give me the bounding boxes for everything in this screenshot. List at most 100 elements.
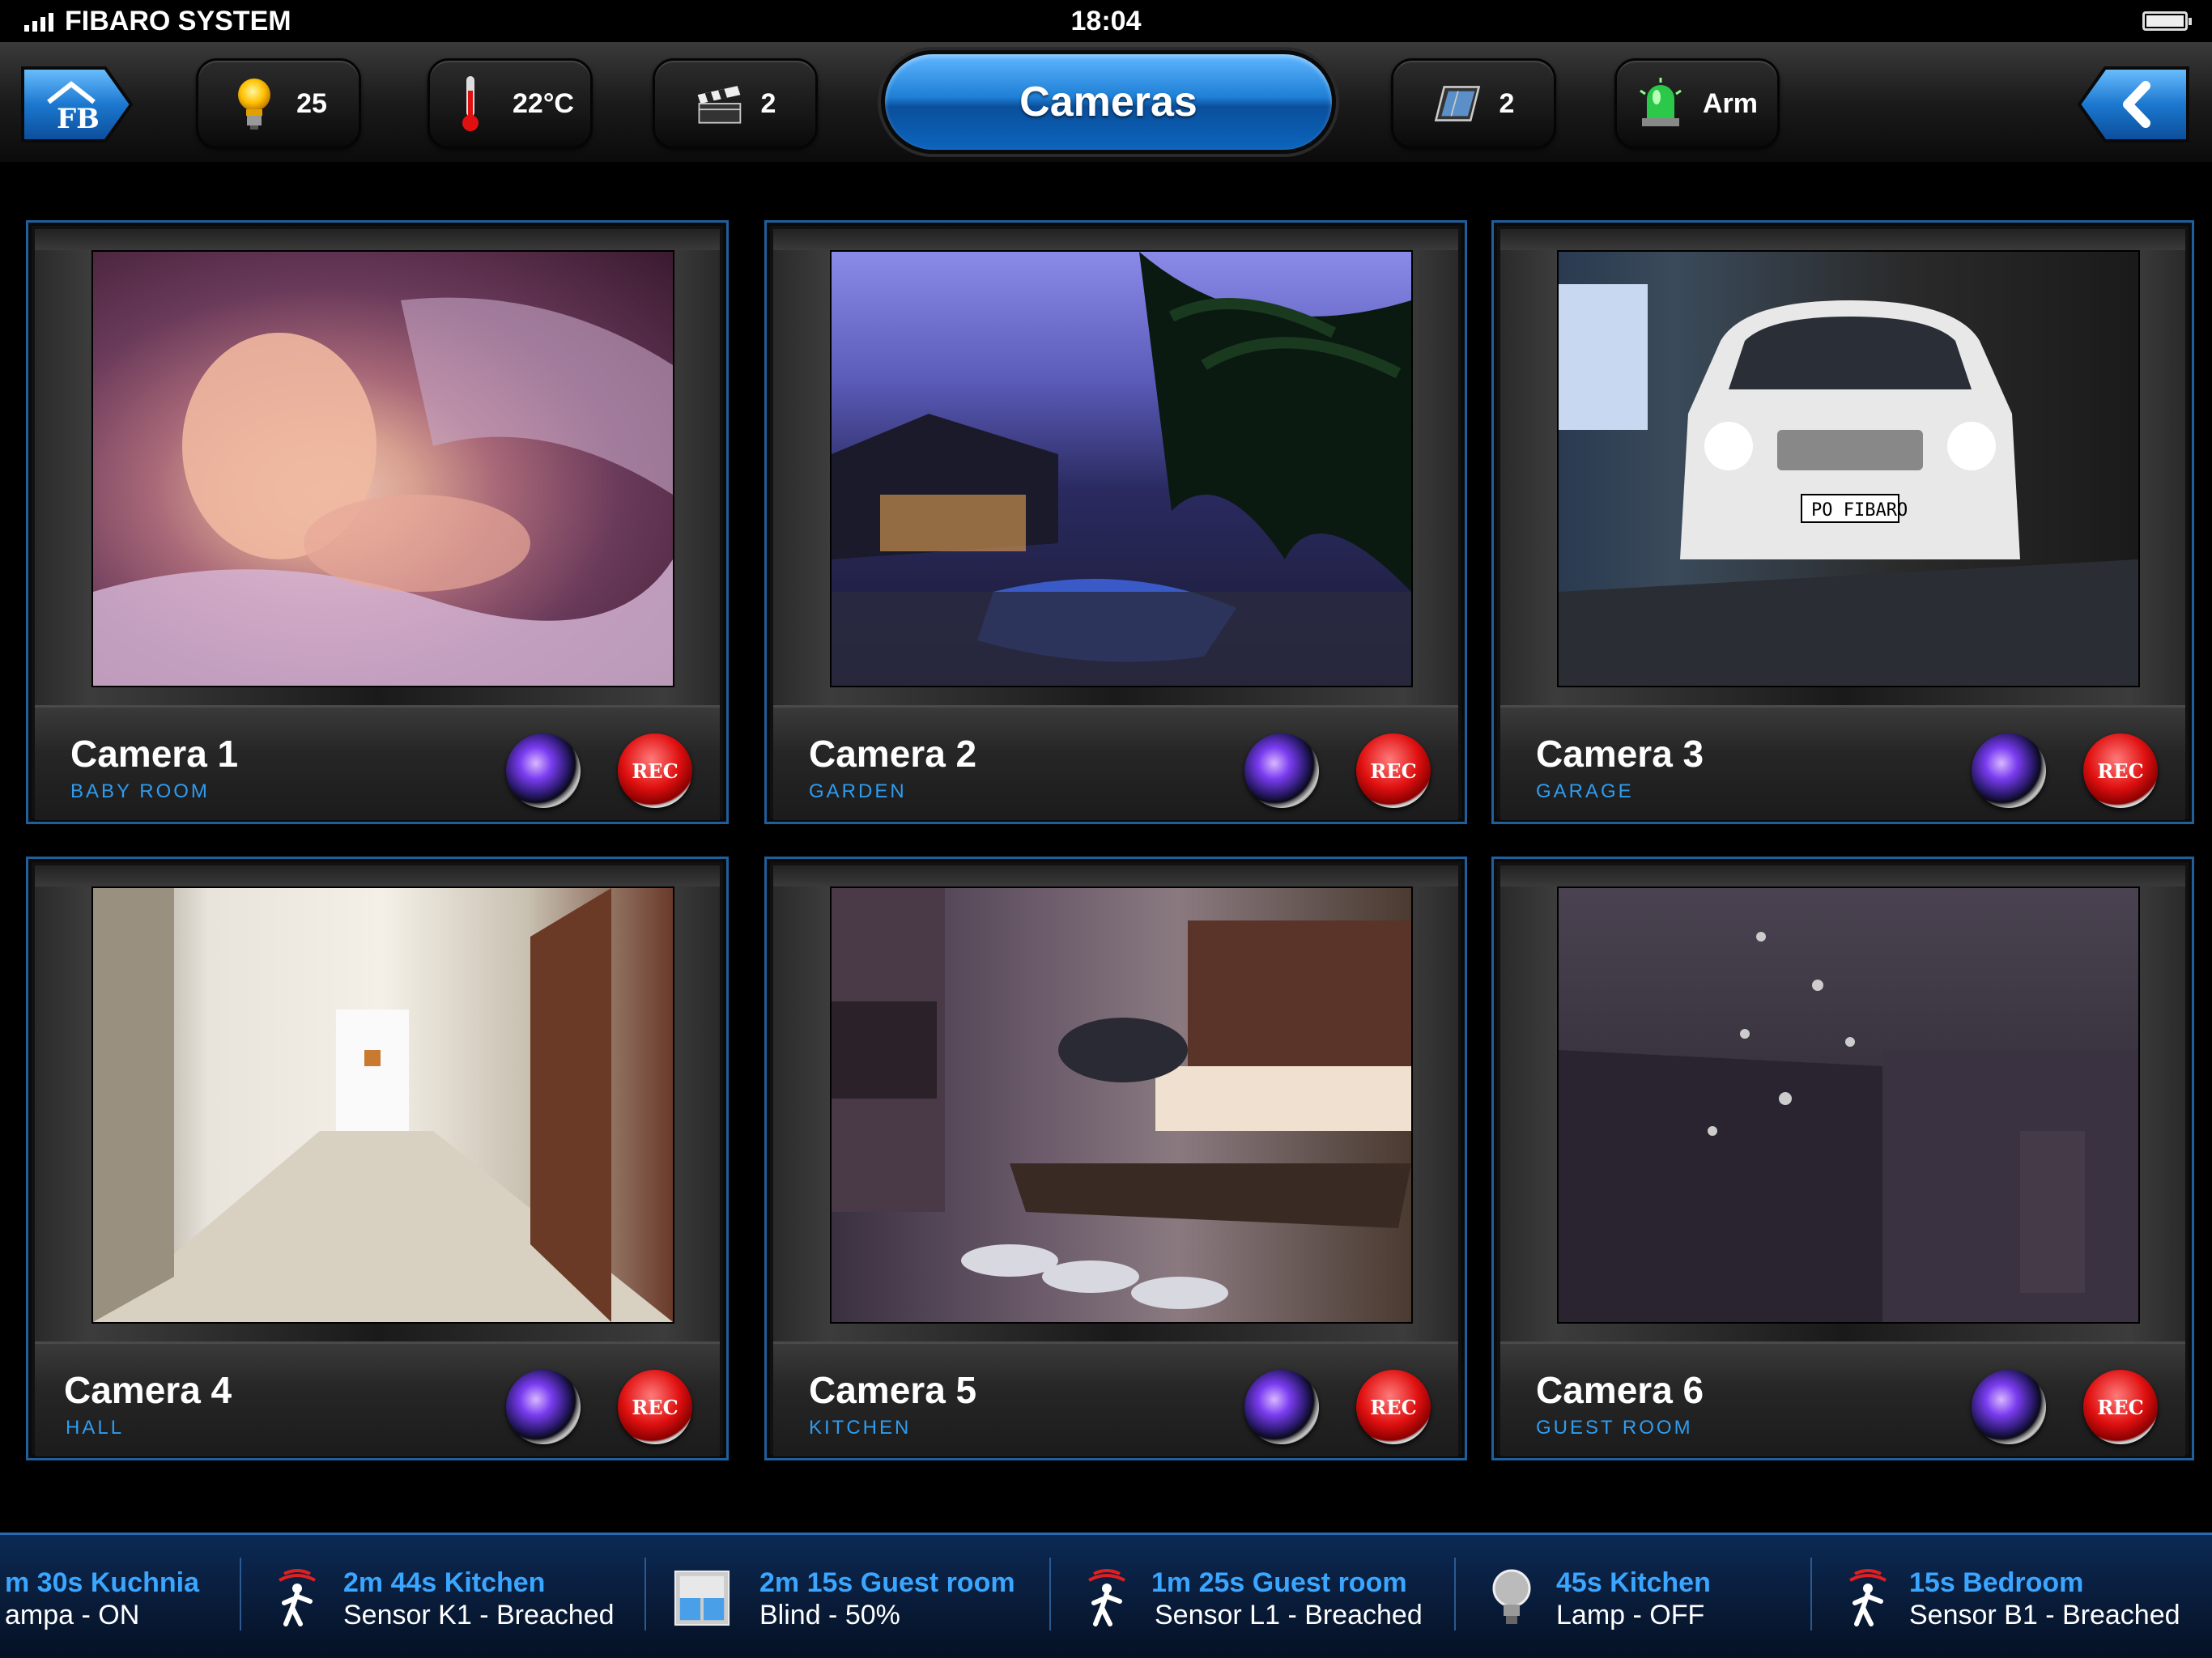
carrier-name: FIBARO SYSTEM: [65, 5, 291, 36]
scenes-button[interactable]: 2: [653, 58, 818, 149]
camera-tile[interactable]: PO FIBARO Camera 3 GARAGE REC: [1491, 220, 2194, 824]
rec-button[interactable]: REC: [1356, 733, 1431, 808]
camera-lens-button[interactable]: [1972, 1370, 2046, 1444]
camera-feed-guest-room[interactable]: [1557, 886, 2140, 1324]
lights-count: 25: [296, 87, 327, 119]
light-bulb-icon: [230, 75, 279, 132]
event-item[interactable]: 2m 44s Kitchen Sensor K1 - Breached: [240, 1535, 644, 1658]
alarm-label: Arm: [1702, 87, 1759, 119]
svg-text:FB: FB: [57, 103, 100, 135]
camera-tile[interactable]: Camera 2 GARDEN REC: [764, 220, 1467, 824]
back-button[interactable]: [2073, 60, 2194, 149]
blind-icon: [674, 1566, 730, 1630]
rec-button[interactable]: REC: [618, 733, 692, 808]
camera-room: GARDEN: [809, 780, 907, 802]
lights-button[interactable]: 25: [196, 58, 361, 149]
camera-info-bar: Camera 3 GARAGE REC: [1500, 705, 2185, 820]
camera-feed-garden[interactable]: [830, 250, 1413, 687]
camera-frame: PO FIBARO: [1500, 229, 2185, 705]
camera-info-bar: Camera 4 HALL REC: [35, 1341, 720, 1456]
event-title: 2m 15s Guest room: [759, 1567, 1015, 1598]
status-bar: FIBARO SYSTEM 18:04: [0, 0, 2212, 42]
car-image: PO FIBARO: [1559, 284, 2138, 686]
rec-button[interactable]: REC: [2083, 733, 2158, 808]
event-desc: Sensor L1 - Breached: [1155, 1600, 1423, 1630]
event-desc: Lamp - OFF: [1556, 1600, 1705, 1630]
camera-name: Camera 3: [1536, 733, 1704, 775]
baby-image: [93, 297, 673, 686]
camera-lens-button[interactable]: [506, 1370, 581, 1444]
camera-lens-button[interactable]: [1244, 733, 1319, 808]
camera-tile[interactable]: Camera 4 HALL REC: [26, 857, 729, 1460]
camera-info-bar: Camera 2 GARDEN REC: [773, 705, 1458, 820]
camera-frame: [35, 865, 720, 1341]
cameras-title-button[interactable]: Cameras: [881, 50, 1336, 154]
camera-room: HALL: [66, 1417, 125, 1439]
alarm-beacon-icon: [1636, 75, 1685, 132]
lamp-icon: [1483, 1566, 1540, 1630]
event-item[interactable]: 1m 25s Guest room Sensor L1 - Breached: [1049, 1535, 1454, 1658]
home-icon: FB: [21, 66, 134, 142]
event-item[interactable]: 2m 15s Guest room Blind - 50%: [644, 1535, 1049, 1658]
clock: 18:04: [1070, 5, 1142, 36]
camera-name: Camera 4: [64, 1369, 232, 1411]
home-button[interactable]: FB: [16, 60, 138, 149]
camera-frame: [773, 229, 1458, 705]
kitchen-image: [832, 888, 1411, 1309]
camera-frame: [773, 865, 1458, 1341]
temperature-value: 22°C: [513, 87, 574, 119]
chevron-left-icon: [2077, 66, 2189, 142]
event-item[interactable]: 45s Kitchen Lamp - OFF: [1454, 1535, 1810, 1658]
event-title: m 30s Kuchnia: [5, 1567, 199, 1598]
camera-tile[interactable]: Camera 1 BABY ROOM REC: [26, 220, 729, 824]
motion-sensor-icon: [1840, 1566, 1896, 1630]
camera-feed-baby-room[interactable]: [91, 250, 674, 687]
blinds-count: 2: [1499, 87, 1515, 119]
divider: [1454, 1558, 1456, 1630]
camera-frame: [35, 229, 720, 705]
camera-frame: [1500, 865, 2185, 1341]
event-desc: Blind - 50%: [759, 1600, 900, 1630]
camera-feed-hall[interactable]: [91, 886, 674, 1324]
event-desc: Sensor B1 - Breached: [1909, 1600, 2180, 1630]
battery-icon: [2142, 11, 2192, 31]
divider: [1049, 1558, 1051, 1630]
camera-tile[interactable]: Camera 6 GUEST ROOM REC: [1491, 857, 2194, 1460]
event-item[interactable]: 15s Bedroom Sensor B1 - Breached: [1810, 1535, 2212, 1658]
temperature-button[interactable]: 22°C: [428, 58, 593, 149]
camera-feed-garage[interactable]: PO FIBARO: [1557, 250, 2140, 687]
motion-sensor-icon: [269, 1566, 325, 1630]
event-title: 45s Kitchen: [1556, 1567, 1711, 1598]
camera-lens-button[interactable]: [506, 733, 581, 808]
roof-window-icon: [1433, 75, 1482, 132]
event-title: 15s Bedroom: [1909, 1567, 2084, 1598]
event-desc: Sensor K1 - Breached: [343, 1600, 615, 1630]
camera-tile[interactable]: Camera 5 KITCHEN REC: [764, 857, 1467, 1460]
hallway-image: [93, 888, 673, 1322]
event-ticker[interactable]: m 30s Kuchnia ampa - ON 2m 44s Kitchen S…: [0, 1533, 2212, 1658]
camera-lens-button[interactable]: [1972, 733, 2046, 808]
event-item[interactable]: m 30s Kuchnia ampa - ON: [0, 1535, 243, 1658]
camera-info-bar: Camera 1 BABY ROOM REC: [35, 705, 720, 820]
rec-button[interactable]: REC: [2083, 1370, 2158, 1444]
clapperboard-icon: [695, 75, 743, 132]
divider: [240, 1558, 241, 1630]
camera-info-bar: Camera 5 KITCHEN REC: [773, 1341, 1458, 1456]
alarm-button[interactable]: Arm: [1614, 58, 1780, 149]
rec-button[interactable]: REC: [1356, 1370, 1431, 1444]
blinds-button[interactable]: 2: [1391, 58, 1556, 149]
camera-name: Camera 5: [809, 1369, 977, 1411]
camera-room: GARAGE: [1536, 780, 1634, 802]
motion-sensor-icon: [1078, 1566, 1135, 1630]
camera-name: Camera 1: [70, 733, 239, 775]
top-toolbar: FB 25 22°C 2 Cameras 2 Arm: [0, 42, 2212, 164]
event-title: 1m 25s Guest room: [1151, 1567, 1407, 1598]
divider: [644, 1558, 646, 1630]
camera-feed-kitchen[interactable]: [830, 886, 1413, 1324]
camera-room: GUEST ROOM: [1536, 1417, 1693, 1439]
carrier: FIBARO SYSTEM: [24, 6, 291, 37]
garden-image: [832, 252, 1411, 686]
camera-info-bar: Camera 6 GUEST ROOM REC: [1500, 1341, 2185, 1456]
rec-button[interactable]: REC: [618, 1370, 692, 1444]
camera-lens-button[interactable]: [1244, 1370, 1319, 1444]
